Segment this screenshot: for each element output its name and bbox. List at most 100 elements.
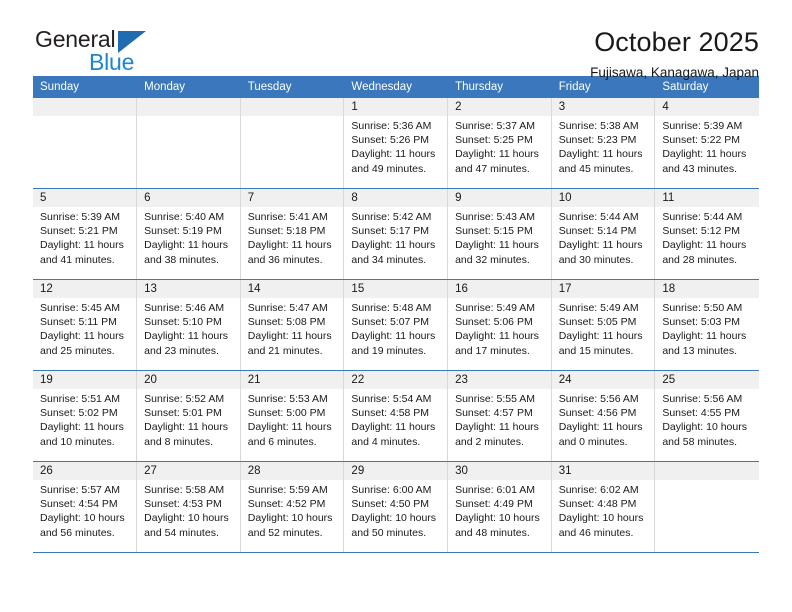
daylight-text-line2: and 46 minutes. bbox=[558, 526, 634, 539]
day-number: 19 bbox=[33, 371, 137, 389]
day-number: 10 bbox=[551, 189, 655, 207]
calendar-day-cell[interactable]: 18 Sunrise: 5:50 AM Sunset: 5:03 PM Dayligh… bbox=[654, 279, 759, 371]
calendar-day-cell[interactable]: 1 Sunrise: 5:36 AM Sunset: 5:26 PM Daylight… bbox=[343, 98, 449, 189]
day-number bbox=[655, 462, 759, 480]
sunrise-text: Sunrise: 5:37 AM bbox=[455, 120, 536, 132]
sunrise-text: Sunrise: 5:38 AM bbox=[558, 120, 639, 132]
daylight-text-line2: and 10 minutes. bbox=[40, 435, 115, 448]
sunset-text: Sunset: 5:21 PM bbox=[40, 225, 118, 238]
daylight-text-line2: and 8 minutes. bbox=[144, 435, 214, 448]
daylight-text-line1: Daylight: 11 hours bbox=[351, 330, 436, 343]
daylight-text-line1: Daylight: 11 hours bbox=[455, 239, 539, 252]
calendar-day-cell[interactable]: 14 Sunrise: 5:47 AM Sunset: 5:08 PM Dayligh… bbox=[239, 279, 345, 371]
calendar-day-cell[interactable]: 19 Sunrise: 5:51 AM Sunset: 5:02 PM Dayligh… bbox=[33, 370, 138, 462]
daylight-text-line1: Daylight: 11 hours bbox=[40, 330, 124, 343]
sunrise-text: Sunrise: 5:56 AM bbox=[558, 393, 639, 405]
day-number: 13 bbox=[137, 280, 240, 298]
calendar-day-cell[interactable]: 16 Sunrise: 5:49 AM Sunset: 5:06 PM Dayligh… bbox=[447, 279, 552, 371]
sunrise-text: Sunrise: 5:50 AM bbox=[662, 302, 743, 314]
day-number: 23 bbox=[448, 371, 551, 389]
calendar-day-cell[interactable]: 8 Sunrise: 5:42 AM Sunset: 5:17 PM Daylight… bbox=[343, 188, 449, 280]
title-block: October 2025 Fujisawa, Kanagawa, Japan bbox=[590, 26, 759, 83]
calendar-day-cell[interactable]: 3 Sunrise: 5:38 AM Sunset: 5:23 PM Daylight… bbox=[550, 98, 656, 189]
day-details: Sunrise: 5:42 AM Sunset: 5:17 PM Daylight:… bbox=[344, 207, 447, 267]
daylight-text-line2: and 32 minutes. bbox=[455, 253, 530, 266]
calendar-week-row: 1 Sunrise: 5:36 AM Sunset: 5:26 PM Daylight… bbox=[33, 98, 759, 189]
day-details: Sunrise: 5:54 AM Sunset: 4:58 PM Daylight:… bbox=[344, 389, 447, 449]
daylight-text-line2: and 23 minutes. bbox=[144, 344, 219, 357]
calendar-day-cell[interactable]: 22 Sunrise: 5:54 AM Sunset: 4:58 PM Dayligh… bbox=[343, 370, 449, 462]
daylight-text-line2: and 41 minutes. bbox=[40, 253, 115, 266]
sunset-text: Sunset: 5:03 PM bbox=[662, 316, 740, 329]
day-number: 9 bbox=[448, 189, 551, 207]
daylight-text-line2: and 21 minutes. bbox=[247, 344, 323, 357]
sunset-text: Sunset: 5:23 PM bbox=[558, 134, 637, 147]
day-number: 18 bbox=[655, 280, 759, 298]
daylight-text-line2: and 43 minutes. bbox=[662, 162, 738, 175]
calendar-day-cell[interactable]: 23 Sunrise: 5:55 AM Sunset: 4:57 PM Dayligh… bbox=[447, 370, 552, 462]
daylight-text-line1: Daylight: 11 hours bbox=[558, 148, 643, 161]
calendar-day-cell[interactable]: 20 Sunrise: 5:52 AM Sunset: 5:01 PM Dayligh… bbox=[136, 370, 241, 462]
day-number: 29 bbox=[344, 462, 448, 480]
day-number: 16 bbox=[448, 280, 551, 298]
calendar-day-cell[interactable]: 31 Sunrise: 6:02 AM Sunset: 4:48 PM Dayligh… bbox=[550, 461, 656, 553]
day-number: 3 bbox=[551, 98, 655, 116]
daylight-text-line2: and 49 minutes. bbox=[351, 162, 427, 175]
day-number: 25 bbox=[655, 371, 759, 389]
sunset-text: Sunset: 5:12 PM bbox=[662, 225, 740, 238]
daylight-text-line2: and 48 minutes. bbox=[455, 526, 530, 539]
daylight-text-line1: Daylight: 11 hours bbox=[351, 421, 436, 434]
sunset-text: Sunset: 5:01 PM bbox=[144, 407, 222, 420]
day-number: 17 bbox=[551, 280, 655, 298]
daylight-text-line2: and 0 minutes. bbox=[558, 435, 628, 448]
daylight-text-line1: Daylight: 11 hours bbox=[558, 421, 643, 434]
day-details: Sunrise: 5:49 AM Sunset: 5:05 PM Daylight:… bbox=[552, 298, 655, 358]
day-number: 22 bbox=[344, 371, 448, 389]
daylight-text-line1: Daylight: 11 hours bbox=[351, 148, 436, 161]
calendar-day-cell[interactable]: 7 Sunrise: 5:41 AM Sunset: 5:18 PM Daylight… bbox=[239, 188, 345, 280]
calendar-day-cell[interactable]: 10 Sunrise: 5:44 AM Sunset: 5:14 PM Dayligh… bbox=[550, 188, 656, 280]
sunrise-text: Sunrise: 5:57 AM bbox=[40, 484, 120, 496]
calendar-day-cell[interactable]: 11 Sunrise: 5:44 AM Sunset: 5:12 PM Dayligh… bbox=[654, 188, 759, 280]
calendar-day-cell[interactable]: 26 Sunrise: 5:57 AM Sunset: 4:54 PM Dayligh… bbox=[33, 461, 138, 553]
calendar-day-cell[interactable]: 24 Sunrise: 5:56 AM Sunset: 4:56 PM Dayligh… bbox=[550, 370, 656, 462]
calendar-day-cell[interactable]: 29 Sunrise: 6:00 AM Sunset: 4:50 PM Dayligh… bbox=[343, 461, 449, 553]
day-details: Sunrise: 6:01 AM Sunset: 4:49 PM Daylight:… bbox=[448, 480, 551, 540]
calendar-day-cell[interactable]: 25 Sunrise: 5:56 AM Sunset: 4:55 PM Dayligh… bbox=[654, 370, 759, 462]
daylight-text-line1: Daylight: 11 hours bbox=[247, 239, 332, 252]
day-details: Sunrise: 5:58 AM Sunset: 4:53 PM Daylight:… bbox=[137, 480, 240, 540]
daylight-text-line1: Daylight: 11 hours bbox=[662, 148, 747, 161]
calendar-day-cell[interactable]: 5 Sunrise: 5:39 AM Sunset: 5:21 PM Daylight… bbox=[33, 188, 138, 280]
day-number bbox=[137, 98, 240, 116]
sunset-text: Sunset: 4:58 PM bbox=[351, 407, 430, 420]
day-number: 15 bbox=[344, 280, 448, 298]
daylight-text-line1: Daylight: 10 hours bbox=[662, 421, 747, 434]
calendar-day-cell[interactable]: 27 Sunrise: 5:58 AM Sunset: 4:53 PM Dayligh… bbox=[136, 461, 241, 553]
sunrise-text: Sunrise: 5:48 AM bbox=[351, 302, 432, 314]
day-details: Sunrise: 5:55 AM Sunset: 4:57 PM Daylight:… bbox=[448, 389, 551, 449]
calendar-day-cell[interactable]: 28 Sunrise: 5:59 AM Sunset: 4:52 PM Dayligh… bbox=[239, 461, 345, 553]
sunrise-text: Sunrise: 5:51 AM bbox=[40, 393, 120, 405]
daylight-text-line1: Daylight: 11 hours bbox=[40, 421, 124, 434]
calendar-page: General Blue October 2025 Fujisawa, Kana… bbox=[0, 0, 792, 612]
calendar-day-cell[interactable]: 21 Sunrise: 5:53 AM Sunset: 5:00 PM Dayligh… bbox=[239, 370, 345, 462]
calendar-day-cell[interactable]: 12 Sunrise: 5:45 AM Sunset: 5:11 PM Dayligh… bbox=[33, 279, 138, 371]
calendar-day-cell[interactable]: 6 Sunrise: 5:40 AM Sunset: 5:19 PM Daylight… bbox=[136, 188, 241, 280]
calendar-day-cell[interactable]: 17 Sunrise: 5:49 AM Sunset: 5:05 PM Dayligh… bbox=[550, 279, 656, 371]
calendar-day-cell[interactable]: 13 Sunrise: 5:46 AM Sunset: 5:10 PM Dayligh… bbox=[136, 279, 241, 371]
calendar-day-cell[interactable]: 2 Sunrise: 5:37 AM Sunset: 5:25 PM Daylight… bbox=[447, 98, 552, 189]
sunset-text: Sunset: 5:15 PM bbox=[455, 225, 533, 238]
day-details: Sunrise: 5:44 AM Sunset: 5:12 PM Daylight:… bbox=[655, 207, 758, 267]
day-details: Sunrise: 5:38 AM Sunset: 5:23 PM Daylight:… bbox=[552, 116, 655, 176]
sunset-text: Sunset: 4:49 PM bbox=[455, 498, 533, 511]
calendar-day-cell[interactable]: 4 Sunrise: 5:39 AM Sunset: 5:22 PM Daylight… bbox=[654, 98, 759, 189]
day-details: Sunrise: 5:43 AM Sunset: 5:15 PM Daylight:… bbox=[448, 207, 551, 267]
daylight-text-line1: Daylight: 10 hours bbox=[455, 512, 540, 525]
weekday-header-monday: Monday bbox=[136, 76, 241, 98]
calendar-day-cell-empty bbox=[136, 98, 241, 189]
calendar-day-cell[interactable]: 15 Sunrise: 5:48 AM Sunset: 5:07 PM Dayligh… bbox=[343, 279, 449, 371]
daylight-text-line1: Daylight: 11 hours bbox=[662, 239, 747, 252]
daylight-text-line1: Daylight: 11 hours bbox=[247, 421, 332, 434]
calendar-day-cell[interactable]: 9 Sunrise: 5:43 AM Sunset: 5:15 PM Daylight… bbox=[447, 188, 552, 280]
calendar-day-cell[interactable]: 30 Sunrise: 6:01 AM Sunset: 4:49 PM Dayligh… bbox=[447, 461, 552, 553]
